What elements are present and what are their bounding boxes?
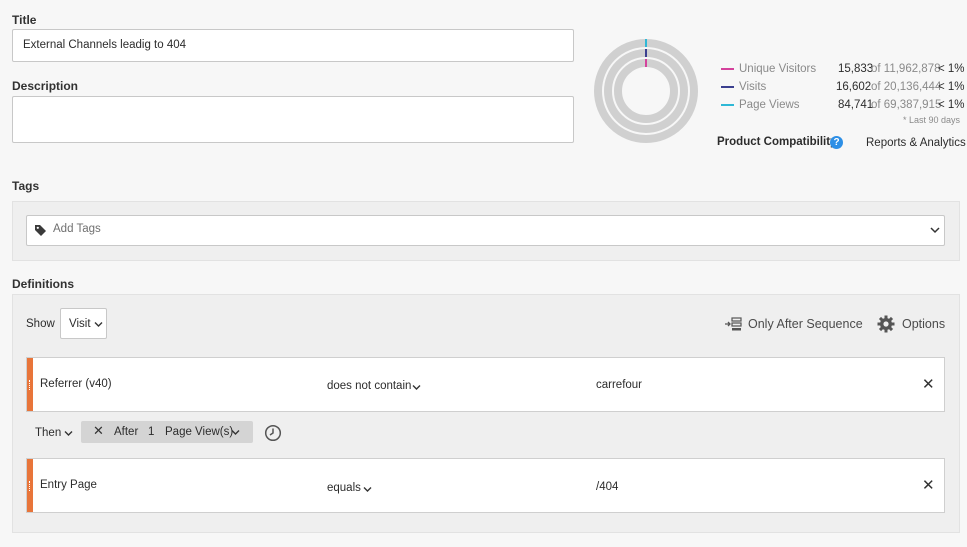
- rule-field: Entry Page: [40, 479, 97, 491]
- legend-label: Unique Visitors: [739, 63, 817, 75]
- product-compatibility-label: Product Compatibility: [717, 136, 837, 148]
- tags-placeholder: Add Tags: [53, 223, 101, 235]
- legend-percent: < 1%: [938, 63, 965, 75]
- title-label: Title: [12, 13, 37, 27]
- gear-icon[interactable]: [877, 315, 895, 333]
- legend-percent: < 1%: [938, 99, 965, 111]
- container-select-value: Visit: [69, 318, 91, 330]
- chevron-down-icon[interactable]: [64, 430, 73, 437]
- rule-drag-handle[interactable]: [27, 459, 33, 512]
- rule-value[interactable]: /404: [596, 481, 618, 493]
- rule-value[interactable]: carrefour: [596, 379, 642, 391]
- title-input[interactable]: External Channels leadig to 404: [12, 29, 574, 62]
- rule-row[interactable]: Entry Page equals /404 ✕: [26, 458, 945, 513]
- definitions-label: Definitions: [12, 277, 74, 291]
- description-label: Description: [12, 79, 79, 93]
- time-restriction-chip[interactable]: ✕ After 1 Page View(s): [81, 421, 253, 443]
- tags-label: Tags: [12, 179, 40, 193]
- chevron-down-icon[interactable]: [231, 429, 240, 436]
- close-icon[interactable]: ✕: [922, 476, 935, 494]
- close-icon[interactable]: ✕: [922, 375, 935, 393]
- after-count[interactable]: 1: [148, 426, 154, 438]
- legend-swatch: [721, 104, 734, 106]
- rule-row[interactable]: Referrer (v40) does not contain carrefou…: [26, 357, 945, 412]
- close-icon[interactable]: ✕: [93, 423, 104, 439]
- legend-swatch: [721, 86, 734, 88]
- summary-row-unique-visitors: Unique Visitors 15,833 of 11,962,878 < 1…: [720, 63, 965, 81]
- tag-icon: [35, 225, 46, 236]
- legend-total: of 20,136,444: [871, 81, 942, 93]
- chevron-down-icon[interactable]: [930, 226, 940, 234]
- legend-count: 84,741: [838, 99, 874, 111]
- legend-swatch: [721, 68, 734, 70]
- summary-legend: Unique Visitors 15,833 of 11,962,878 < 1…: [720, 63, 965, 117]
- legend-count: 15,833: [838, 63, 874, 75]
- chevron-down-icon[interactable]: [363, 486, 372, 493]
- then-label[interactable]: Then: [35, 427, 61, 439]
- rule-operator[interactable]: does not contain: [327, 380, 411, 392]
- legend-percent: < 1%: [938, 81, 965, 93]
- after-unit[interactable]: Page View(s): [165, 426, 233, 438]
- summary-row-visits: Visits 16,602 of 20,136,444 < 1%: [720, 81, 965, 99]
- chevron-down-icon[interactable]: [412, 384, 421, 391]
- rule-drag-handle[interactable]: [27, 358, 33, 411]
- legend-label: Visits: [739, 81, 767, 93]
- clock-icon[interactable]: [264, 424, 282, 442]
- summary-donut: [594, 39, 698, 143]
- show-label: Show: [26, 318, 55, 330]
- only-after-sequence-button[interactable]: Only After Sequence: [748, 317, 863, 331]
- after-label: After: [114, 426, 139, 438]
- legend-total: of 69,387,915: [871, 99, 942, 111]
- options-button[interactable]: Options: [902, 317, 945, 331]
- legend-count: 16,602: [836, 81, 872, 93]
- rule-field: Referrer (v40): [40, 378, 112, 390]
- container-select[interactable]: Visit: [60, 308, 107, 339]
- chevron-down-icon: [94, 322, 103, 327]
- rule-operator[interactable]: equals: [327, 482, 361, 494]
- sequence-icon[interactable]: [724, 317, 742, 331]
- help-icon[interactable]: ?: [830, 136, 843, 149]
- donut-ring-unique-visitors: [614, 59, 678, 123]
- donut-ring-page-views: [594, 39, 698, 143]
- legend-total: of 11,962,878: [871, 63, 941, 75]
- legend-label: Page Views: [739, 99, 800, 111]
- tags-field[interactable]: [26, 215, 945, 246]
- description-input[interactable]: [12, 96, 574, 143]
- product-compatibility-value: Reports & Analytics: [866, 137, 966, 149]
- last-90-days-note: * Last 90 days: [903, 115, 961, 125]
